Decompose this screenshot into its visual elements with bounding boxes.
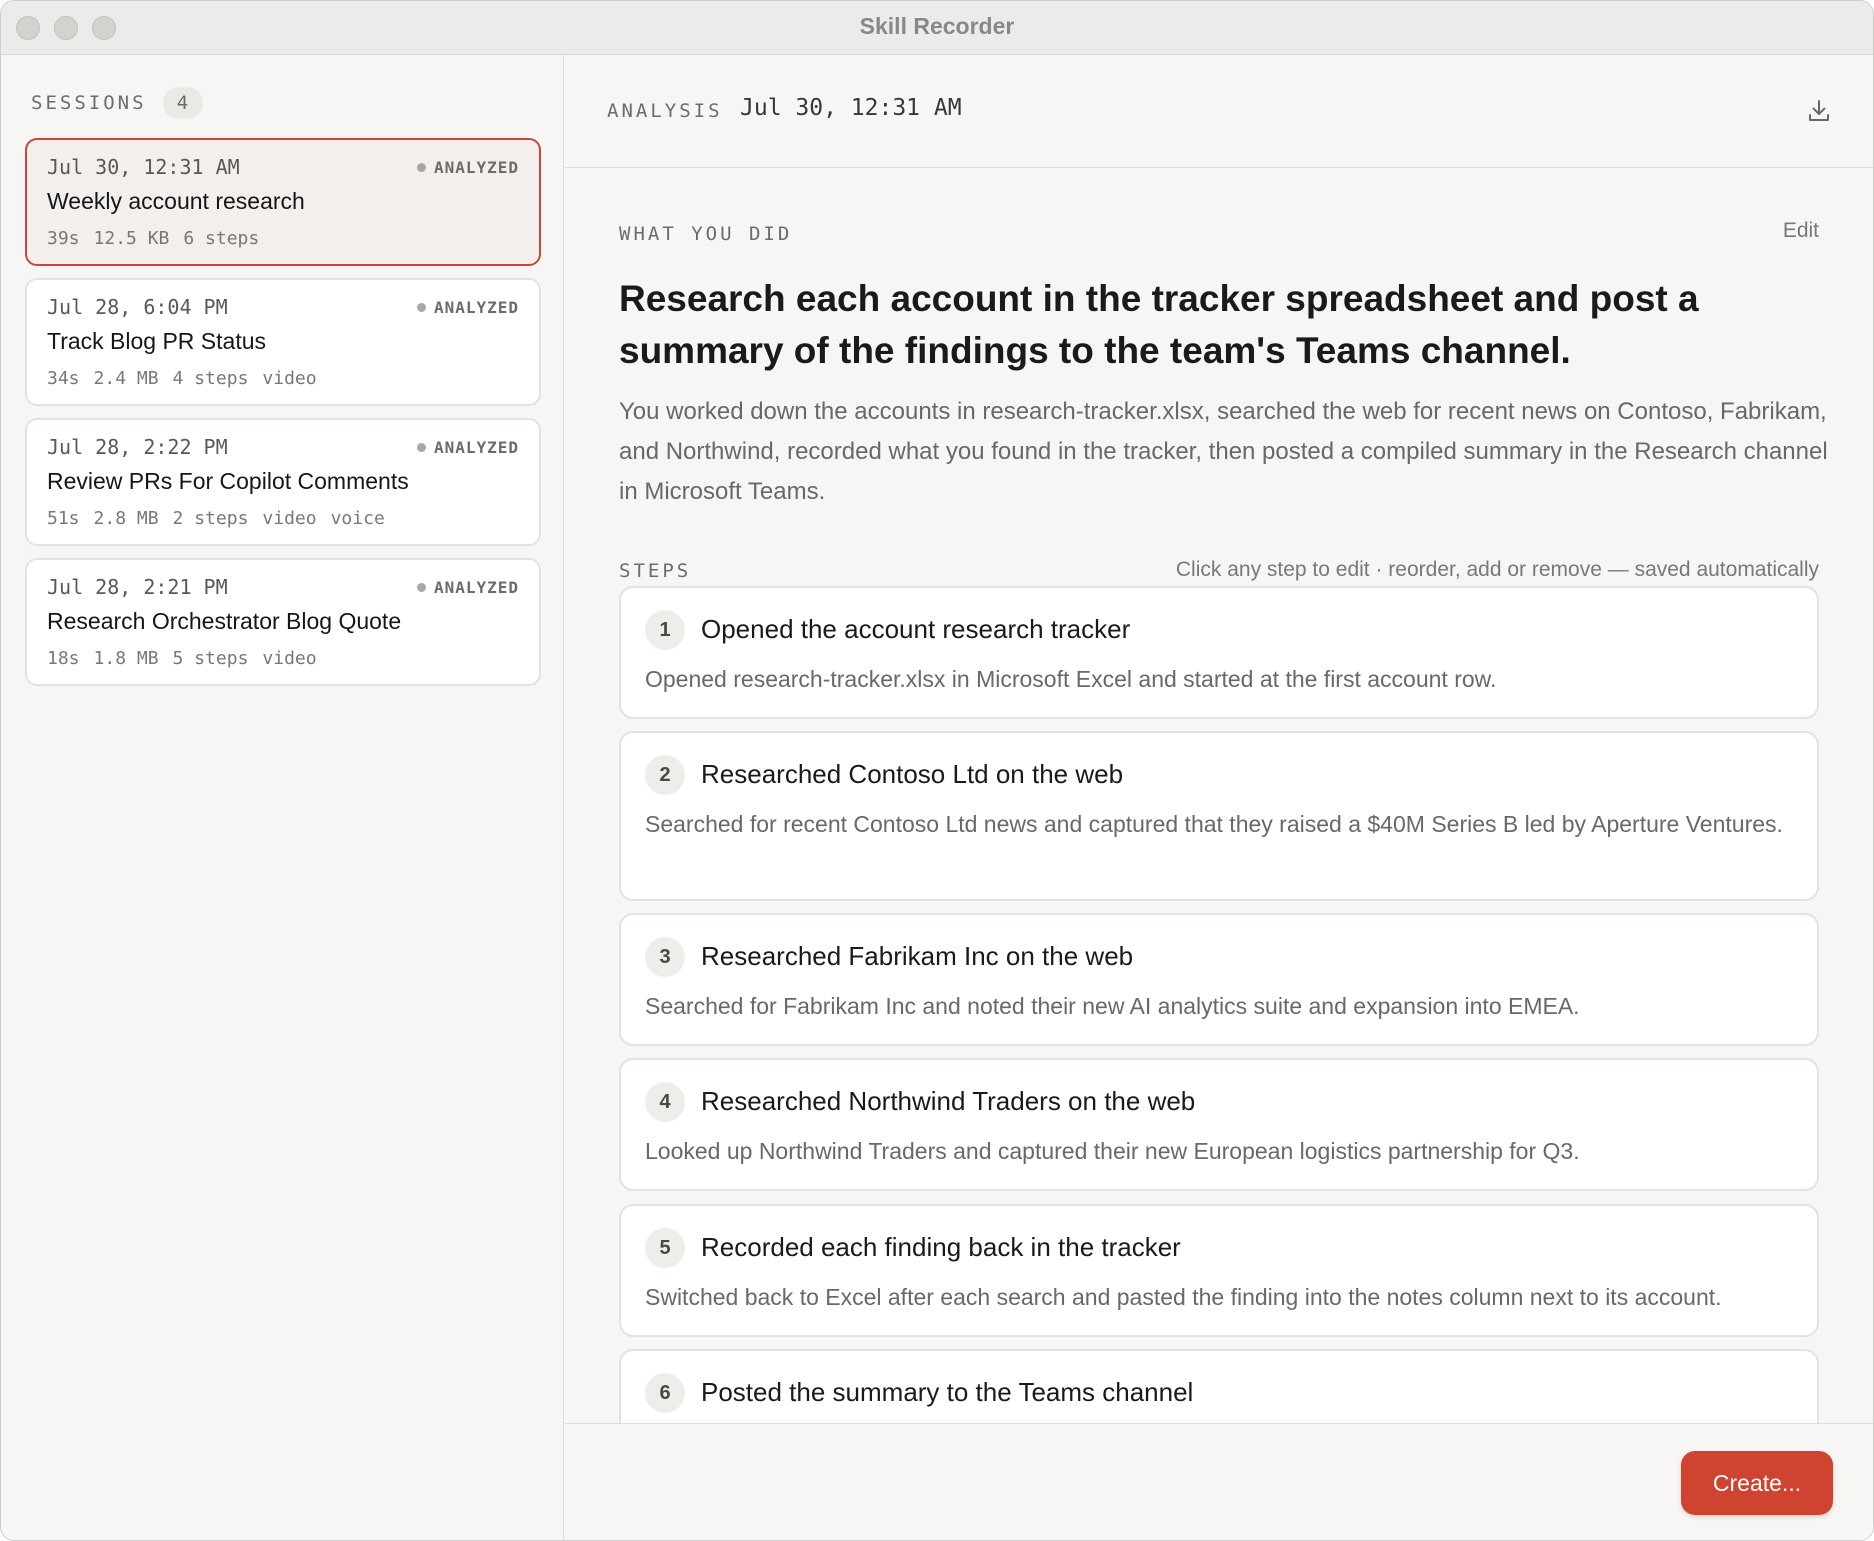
footer-bar: Create... bbox=[565, 1423, 1873, 1540]
session-steps: 6 steps bbox=[183, 228, 260, 249]
session-meta: 18s 1.8 MB 5 steps video bbox=[47, 648, 317, 669]
session-date: Jul 30, 12:31 AM bbox=[47, 155, 240, 179]
status-badge: ANALYZED bbox=[416, 298, 519, 317]
status-dot-icon bbox=[416, 583, 426, 592]
session-duration: 18s bbox=[47, 648, 80, 669]
sessions-header: SESSIONS 4 bbox=[31, 87, 203, 119]
sessions-label: SESSIONS bbox=[31, 92, 147, 114]
session-card[interactable]: Jul 28, 6:04 PM ANALYZED Track Blog PR S… bbox=[25, 278, 541, 406]
session-meta: 39s 12.5 KB 6 steps bbox=[47, 228, 259, 249]
session-date: Jul 28, 2:21 PM bbox=[47, 575, 228, 599]
step-card[interactable]: 4 Researched Northwind Traders on the we… bbox=[619, 1058, 1819, 1191]
session-duration: 39s bbox=[47, 228, 80, 249]
status-dot-icon bbox=[416, 303, 426, 312]
step-title: Researched Northwind Traders on the web bbox=[701, 1086, 1196, 1116]
sessions-count-badge: 4 bbox=[162, 87, 203, 119]
step-number: 1 bbox=[645, 610, 685, 650]
analysis-label: ANALYSIS bbox=[607, 100, 723, 122]
session-date: Jul 28, 6:04 PM bbox=[47, 295, 228, 319]
steps-hint: Click any step to edit · reorder, add or… bbox=[1175, 558, 1819, 581]
status-label: ANALYZED bbox=[433, 578, 519, 597]
step-title: Posted the summary to the Teams channel bbox=[701, 1377, 1194, 1407]
edit-summary-button[interactable]: Edit bbox=[1783, 219, 1819, 243]
session-title: Review PRs For Copilot Comments bbox=[47, 468, 409, 494]
step-description: Searched for Fabrikam Inc and noted thei… bbox=[645, 993, 1580, 1019]
step-card[interactable]: 1 Opened the account research tracker Op… bbox=[619, 586, 1819, 719]
session-title: Weekly account research bbox=[47, 188, 305, 214]
session-card[interactable]: Jul 28, 2:21 PM ANALYZED Research Orches… bbox=[25, 558, 541, 686]
step-title: Researched Contoso Ltd on the web bbox=[701, 759, 1124, 789]
step-number: 5 bbox=[645, 1228, 685, 1268]
step-card[interactable]: 5 Recorded each finding back in the trac… bbox=[619, 1204, 1819, 1337]
session-duration: 34s bbox=[47, 368, 80, 389]
analysis-date: Jul 30, 12:31 AM bbox=[740, 95, 962, 121]
session-size: 2.4 MB bbox=[93, 368, 159, 389]
status-dot-icon bbox=[416, 443, 426, 452]
session-tag: video bbox=[262, 648, 317, 669]
analysis-content[interactable]: WHAT YOU DID Edit Research each account … bbox=[565, 169, 1873, 1427]
analysis-header: ANALYSIS Jul 30, 12:31 AM bbox=[565, 55, 1873, 168]
session-date: Jul 28, 2:22 PM bbox=[47, 435, 228, 459]
session-steps: 2 steps bbox=[172, 508, 249, 529]
session-size: 1.8 MB bbox=[93, 648, 159, 669]
step-title: Researched Fabrikam Inc on the web bbox=[701, 941, 1134, 971]
session-meta: 34s 2.4 MB 4 steps video bbox=[47, 368, 317, 389]
session-tag: video bbox=[262, 508, 317, 529]
step-description: Opened research-tracker.xlsx in Microsof… bbox=[645, 666, 1497, 692]
status-badge: ANALYZED bbox=[416, 438, 519, 457]
step-description: Searched for recent Contoso Ltd news and… bbox=[645, 811, 1783, 837]
step-number: 3 bbox=[645, 937, 685, 977]
status-label: ANALYZED bbox=[433, 158, 519, 177]
session-title: Research Orchestrator Blog Quote bbox=[47, 608, 402, 634]
step-description: Looked up Northwind Traders and captured… bbox=[645, 1138, 1580, 1164]
status-dot-icon bbox=[416, 163, 426, 172]
step-number: 6 bbox=[645, 1373, 685, 1413]
session-card[interactable]: Jul 28, 2:22 PM ANALYZED Review PRs For … bbox=[25, 418, 541, 546]
what-you-did-label: WHAT YOU DID bbox=[619, 223, 793, 245]
create-button[interactable]: Create... bbox=[1681, 1451, 1833, 1515]
step-title: Opened the account research tracker bbox=[701, 614, 1131, 644]
analysis-panel: ANALYSIS Jul 30, 12:31 AM WHAT YOU DID E… bbox=[565, 55, 1873, 1540]
session-meta: 51s 2.8 MB 2 steps video voice bbox=[47, 508, 385, 529]
status-badge: ANALYZED bbox=[416, 158, 519, 177]
status-badge: ANALYZED bbox=[416, 578, 519, 597]
download-icon-svg bbox=[1809, 100, 1829, 121]
step-title: Recorded each finding back in the tracke… bbox=[701, 1232, 1181, 1262]
session-tag: voice bbox=[330, 508, 385, 529]
step-card[interactable]: 6 Posted the summary to the Teams channe… bbox=[619, 1349, 1819, 1427]
summary-description: You worked down the accounts in research… bbox=[619, 398, 1828, 505]
step-number: 4 bbox=[645, 1082, 685, 1122]
session-steps: 4 steps bbox=[172, 368, 249, 389]
summary-title: Research each account in the tracker spr… bbox=[619, 278, 1699, 371]
step-description: Switched back to Excel after each search… bbox=[645, 1284, 1722, 1310]
session-duration: 51s bbox=[47, 508, 80, 529]
sessions-sidebar: SESSIONS 4 Jul 30, 12:31 AM ANALYZED Wee… bbox=[1, 55, 564, 1540]
window-title: Skill Recorder bbox=[859, 13, 1015, 39]
session-size: 12.5 KB bbox=[93, 228, 170, 249]
step-card[interactable]: 3 Researched Fabrikam Inc on the web Sea… bbox=[619, 913, 1819, 1046]
session-tag: video bbox=[262, 368, 317, 389]
download-icon[interactable] bbox=[1803, 95, 1835, 127]
steps-label: STEPS bbox=[619, 560, 692, 582]
status-label: ANALYZED bbox=[433, 298, 519, 317]
step-card[interactable]: 2 Researched Contoso Ltd on the web Sear… bbox=[619, 731, 1819, 901]
step-number: 2 bbox=[645, 755, 685, 795]
session-title: Track Blog PR Status bbox=[47, 328, 267, 354]
app-window: Skill Recorder SESSIONS 4 Jul 30, 12:31 … bbox=[0, 0, 1874, 1541]
session-size: 2.8 MB bbox=[93, 508, 159, 529]
session-steps: 5 steps bbox=[172, 648, 249, 669]
status-label: ANALYZED bbox=[433, 438, 519, 457]
title-bar: Skill Recorder bbox=[1, 1, 1873, 55]
session-card[interactable]: Jul 30, 12:31 AM ANALYZED Weekly account… bbox=[25, 138, 541, 266]
